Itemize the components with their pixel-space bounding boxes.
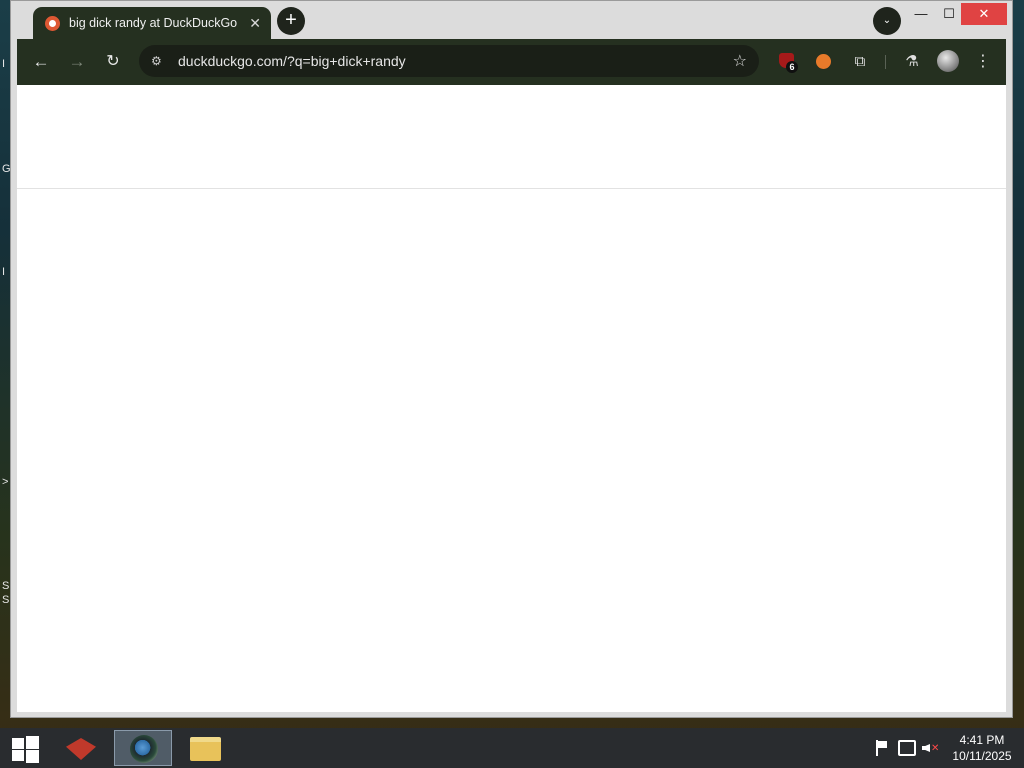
puzzle-icon[interactable]: ⧉	[849, 51, 871, 73]
windows-logo-pane	[26, 736, 39, 749]
toolbar-separator	[885, 55, 886, 69]
desktop-icon-label: >	[2, 476, 9, 488]
desktop-icon-label: I	[2, 266, 6, 278]
reload-button[interactable]: ↻	[102, 51, 124, 73]
tab-close-icon[interactable]: ✕	[249, 15, 261, 32]
duckduckgo-icon	[45, 15, 60, 31]
ublock-shield-icon[interactable]: 6	[777, 51, 799, 73]
tab-duckduckgo[interactable]: big dick randy at DuckDuckGo ✕	[33, 7, 271, 39]
close-window-button[interactable]: ✕	[961, 3, 1007, 25]
desktop-icon-label: S	[2, 580, 10, 592]
profile-avatar[interactable]	[937, 50, 959, 72]
network-icon[interactable]	[898, 740, 916, 756]
browser-window: big dick randy at DuckDuckGo ✕ + ⌄ — ☐ ✕…	[10, 0, 1013, 718]
url-text[interactable]: duckduckgo.com/?q=big+dick+randy	[178, 53, 733, 69]
new-tab-button[interactable]: +	[277, 7, 305, 35]
site-info-icon[interactable]: ⚙	[151, 54, 169, 68]
volume-muted-icon[interactable]: ✕	[922, 740, 940, 756]
browser-menu-icon[interactable]: ⋮	[975, 51, 991, 73]
labs-flask-icon[interactable]: ⚗	[901, 51, 923, 73]
tab-title: big dick randy at DuckDuckGo	[69, 16, 238, 30]
desktop-icon-label: S	[2, 594, 10, 606]
system-clock[interactable]: 4:41 PM 10/11/2025	[946, 732, 1018, 764]
orange-extension-icon[interactable]	[813, 51, 835, 73]
taskbar: ✕ 4:41 PM 10/11/2025	[0, 728, 1024, 768]
flag-cloth	[878, 741, 887, 748]
speaker-icon	[922, 744, 930, 752]
address-bar[interactable]: ⚙ duckduckgo.com/?q=big+dick+randy ☆	[139, 45, 759, 77]
windows-logo-icon	[12, 738, 24, 749]
tab-search-button[interactable]: ⌄	[873, 7, 901, 35]
chrome-app[interactable]	[114, 730, 172, 766]
desktop-icon-label: I	[2, 58, 6, 70]
bookmark-star-icon[interactable]: ☆	[733, 51, 747, 71]
red-box-icon	[66, 738, 96, 760]
back-button[interactable]: ←	[30, 51, 52, 73]
clock-date: 10/11/2025	[952, 749, 1012, 763]
page-content	[17, 85, 1006, 712]
clock-time: 4:41 PM	[959, 733, 1005, 747]
folder-icon	[190, 737, 221, 761]
browser-toolbar: ← → ↻ ⚙ duckduckgo.com/?q=big+dick+randy…	[17, 39, 1006, 85]
windows-logo-pane	[26, 750, 39, 763]
action-center-flag-icon[interactable]	[874, 740, 890, 756]
red-box-app[interactable]	[60, 730, 102, 766]
browser-app-icon	[130, 735, 158, 763]
header-divider	[17, 188, 1006, 189]
start-button[interactable]	[6, 730, 46, 766]
forward-button[interactable]: →	[66, 51, 88, 73]
windows-logo-pane	[12, 750, 24, 761]
extension-logo	[816, 54, 831, 69]
file-explorer-app[interactable]	[186, 730, 226, 766]
extension-badge: 6	[786, 61, 798, 73]
tab-strip: big dick randy at DuckDuckGo ✕ + ⌄ — ☐ ✕	[11, 1, 1012, 39]
mute-x-icon: ✕	[931, 743, 940, 754]
